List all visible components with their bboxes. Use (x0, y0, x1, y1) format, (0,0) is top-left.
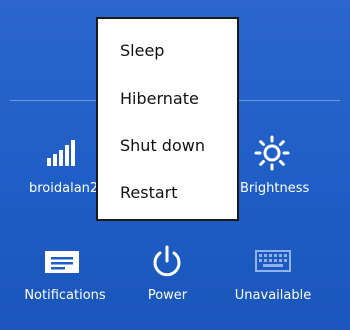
keyboard-label: Unavailable (234, 288, 312, 303)
power-icon (153, 245, 181, 277)
brightness-label: Brightness (240, 181, 310, 196)
restart-menu-item[interactable]: Restart (98, 174, 237, 212)
power-tile[interactable]: Power (130, 242, 205, 312)
shut-down-menu-item[interactable]: Shut down (98, 127, 237, 165)
power-label: Power (147, 288, 188, 303)
sun-icon (254, 135, 290, 171)
brightness-tile[interactable]: Brightness (234, 130, 314, 200)
network-tile[interactable]: broidalan2 (20, 130, 100, 200)
notifications-label: Notifications (24, 288, 106, 303)
power-menu: Sleep Hibernate Shut down Restart (96, 17, 239, 221)
sleep-menu-item[interactable]: Sleep (98, 32, 237, 70)
network-name: broidalan2 (29, 181, 99, 196)
notifications-tile[interactable]: Notifications (15, 242, 115, 312)
notifications-icon (45, 251, 79, 273)
keyboard-tile[interactable]: Unavailable (228, 242, 318, 312)
hibernate-menu-item[interactable]: Hibernate (98, 80, 237, 118)
keyboard-icon (255, 250, 291, 272)
signal-bars-icon (47, 140, 75, 166)
settings-panel: broidalan2 Brightness Notifications Powe… (0, 0, 350, 330)
